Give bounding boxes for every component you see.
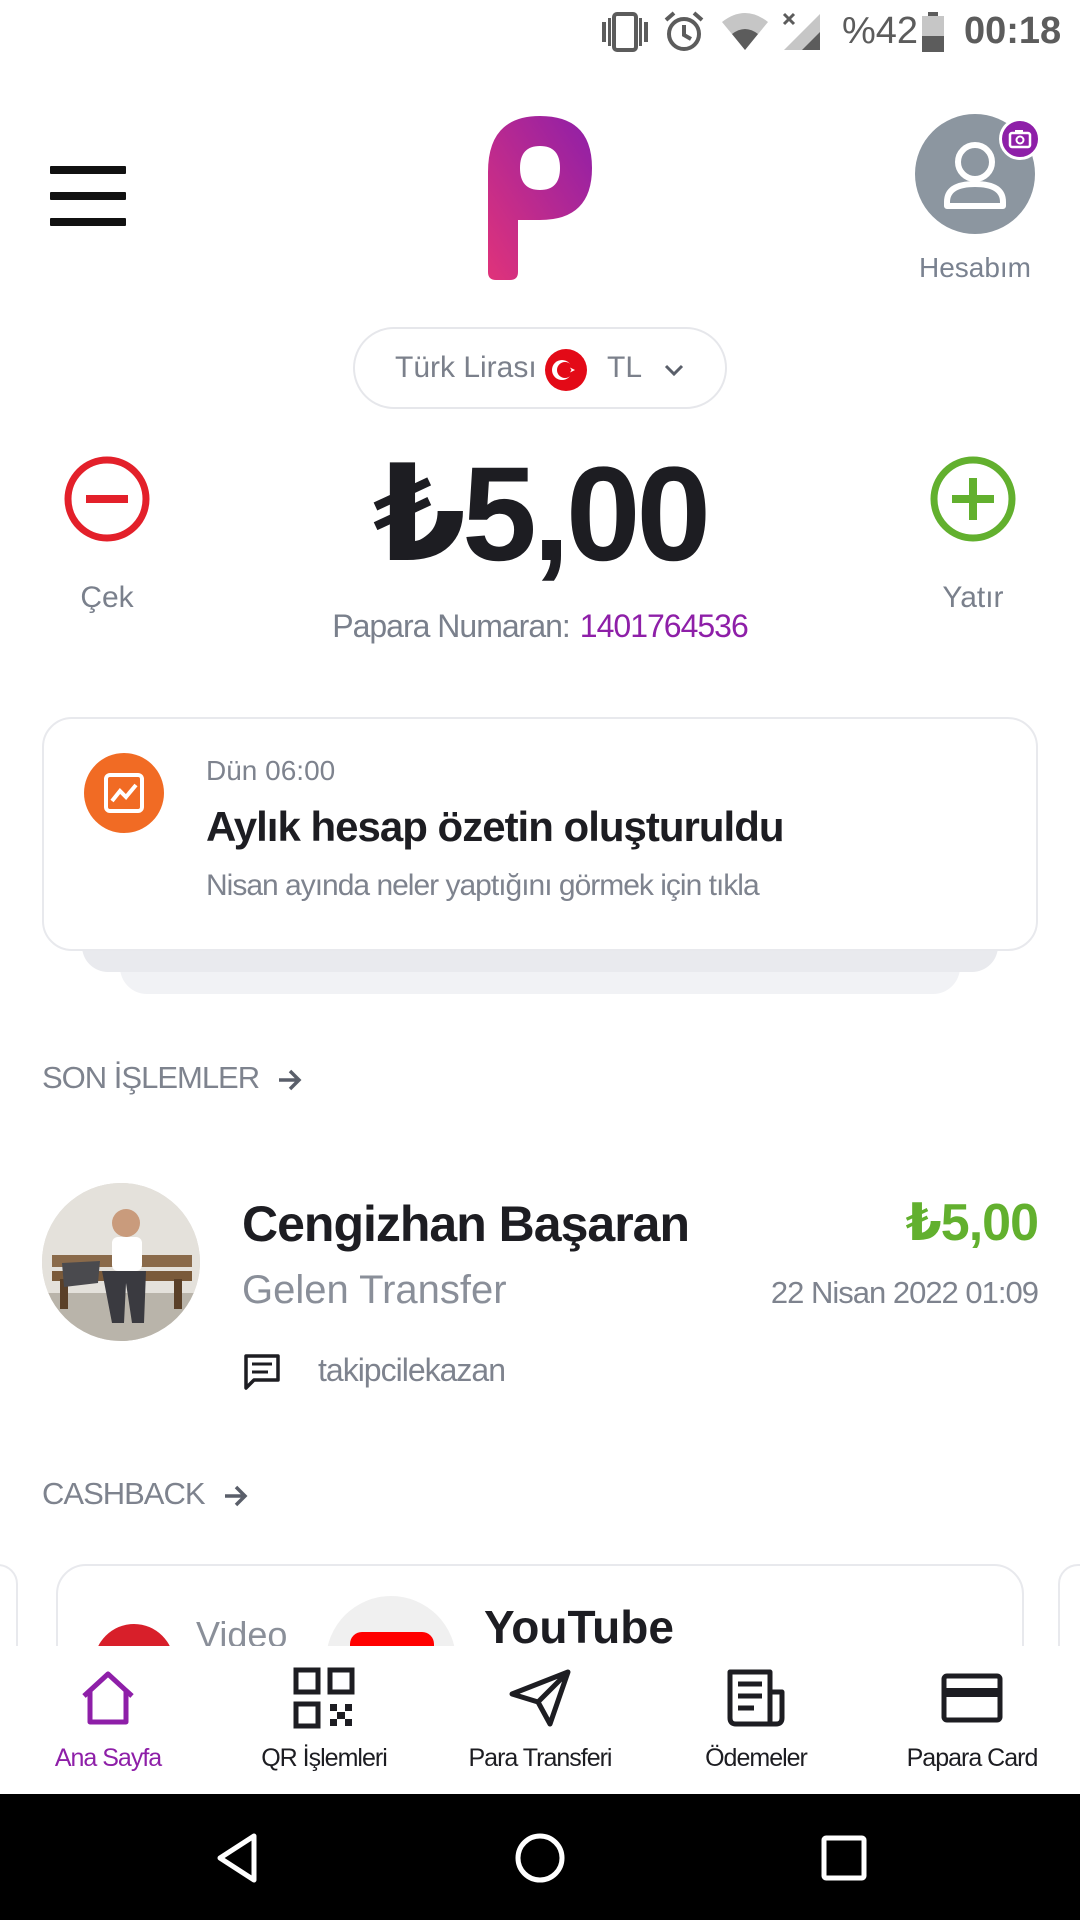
bottom-navigation: Ana Sayfa QR İşlemleri Para Transferi Öd… — [0, 1646, 1080, 1794]
nav-transfer-label: Para Transferi — [468, 1744, 612, 1772]
chart-icon — [84, 753, 164, 833]
withdraw-button[interactable]: Çek — [52, 454, 162, 615]
cashback-title: CASHBACK — [42, 1476, 206, 1511]
nav-qr-label: QR İşlemleri — [261, 1744, 388, 1772]
vibrate-icon — [602, 12, 648, 52]
currency-name: Türk Lirası — [395, 351, 537, 384]
message-icon — [244, 1354, 280, 1390]
system-navigation-bar — [0, 1794, 1080, 1920]
clock: 00:18 — [964, 10, 1062, 52]
chevron-down-icon — [664, 364, 684, 377]
wifi-icon — [722, 13, 768, 50]
account-button[interactable]: Hesabım — [900, 114, 1050, 284]
battery-percent: %42 — [842, 10, 919, 52]
papara-logo — [488, 116, 592, 280]
transaction-date: 22 Nisan 2022 01:09 — [770, 1275, 1039, 1310]
signal-icon — [782, 12, 820, 50]
nav-payments-label: Ödemeler — [705, 1744, 808, 1772]
card-icon — [941, 1673, 1003, 1723]
nav-card-label: Papara Card — [906, 1744, 1039, 1772]
home-circle-icon[interactable] — [514, 1832, 566, 1884]
notification-time: Dün 06:00 — [206, 755, 336, 786]
cashback-card-title: YouTube — [484, 1601, 674, 1646]
notification-title: Aylık hesap özetin oluşturuldu — [206, 803, 785, 850]
plus-circle-icon — [930, 456, 1016, 542]
notification-subtitle: Nisan ayında neler yaptığını görmek için… — [206, 869, 760, 902]
transaction-amount: ₺5,00 — [905, 1194, 1039, 1252]
nav-home-label: Ana Sayfa — [54, 1744, 162, 1772]
nav-qr[interactable]: QR İşlemleri — [216, 1646, 432, 1794]
papara-number-label: Papara Numaran: — [332, 608, 571, 644]
camera-icon[interactable] — [999, 118, 1041, 160]
transaction-note: takipcilekazan — [318, 1352, 506, 1388]
avatar[interactable] — [915, 114, 1041, 234]
notification-card[interactable]: Dün 06:00 Aylık hesap özetin oluşturuldu… — [42, 717, 1038, 951]
recent-transactions-title: SON İŞLEMLER — [42, 1060, 260, 1095]
arrow-right-icon — [279, 1069, 302, 1091]
currency-code: TL — [607, 351, 643, 384]
currency-selector[interactable]: Türk Lirası TL — [353, 327, 727, 409]
papara-number-row: Papara Numaran: 1401764536 — [0, 608, 1080, 645]
transaction-name[interactable]: Cengizhan Başaran — [242, 1195, 690, 1253]
papara-number[interactable]: 1401764536 — [580, 608, 749, 644]
cashback-card-label: Video — [196, 1614, 288, 1646]
cashback-carousel[interactable]: Video YouTube — [0, 1560, 1080, 1646]
menu-icon[interactable] — [50, 166, 126, 226]
nav-payments[interactable]: Ödemeler — [648, 1646, 864, 1794]
recent-transactions-header[interactable]: SON İŞLEMLER — [42, 1060, 305, 1096]
account-label: Hesabım — [918, 252, 1032, 283]
arrow-right-icon — [224, 1485, 248, 1507]
minus-circle-icon — [64, 456, 150, 542]
status-bar: %42 00:18 — [0, 0, 1080, 66]
bill-icon — [727, 1669, 785, 1727]
battery-icon — [922, 12, 944, 52]
send-icon — [509, 1669, 571, 1727]
nav-transfer[interactable]: Para Transferi — [432, 1646, 648, 1794]
balance-amount: ₺5,00 — [372, 440, 711, 589]
recents-icon[interactable] — [820, 1832, 868, 1884]
back-icon[interactable] — [212, 1832, 262, 1884]
youtube-icon — [350, 1632, 434, 1646]
deposit-button[interactable]: Yatır — [918, 454, 1028, 615]
cashback-card-prev[interactable] — [0, 1564, 18, 1646]
cashback-card-next[interactable] — [1058, 1564, 1080, 1646]
transaction-avatar[interactable] — [42, 1183, 200, 1341]
nav-home[interactable]: Ana Sayfa — [0, 1646, 216, 1794]
qr-icon — [293, 1667, 355, 1729]
turkey-flag-icon — [545, 349, 587, 391]
alarm-icon — [664, 11, 704, 51]
transaction-type: Gelen Transfer — [242, 1268, 507, 1312]
home-icon — [82, 1671, 134, 1725]
cashback-header[interactable]: CASHBACK — [42, 1476, 251, 1512]
nav-card[interactable]: Papara Card — [864, 1646, 1080, 1794]
